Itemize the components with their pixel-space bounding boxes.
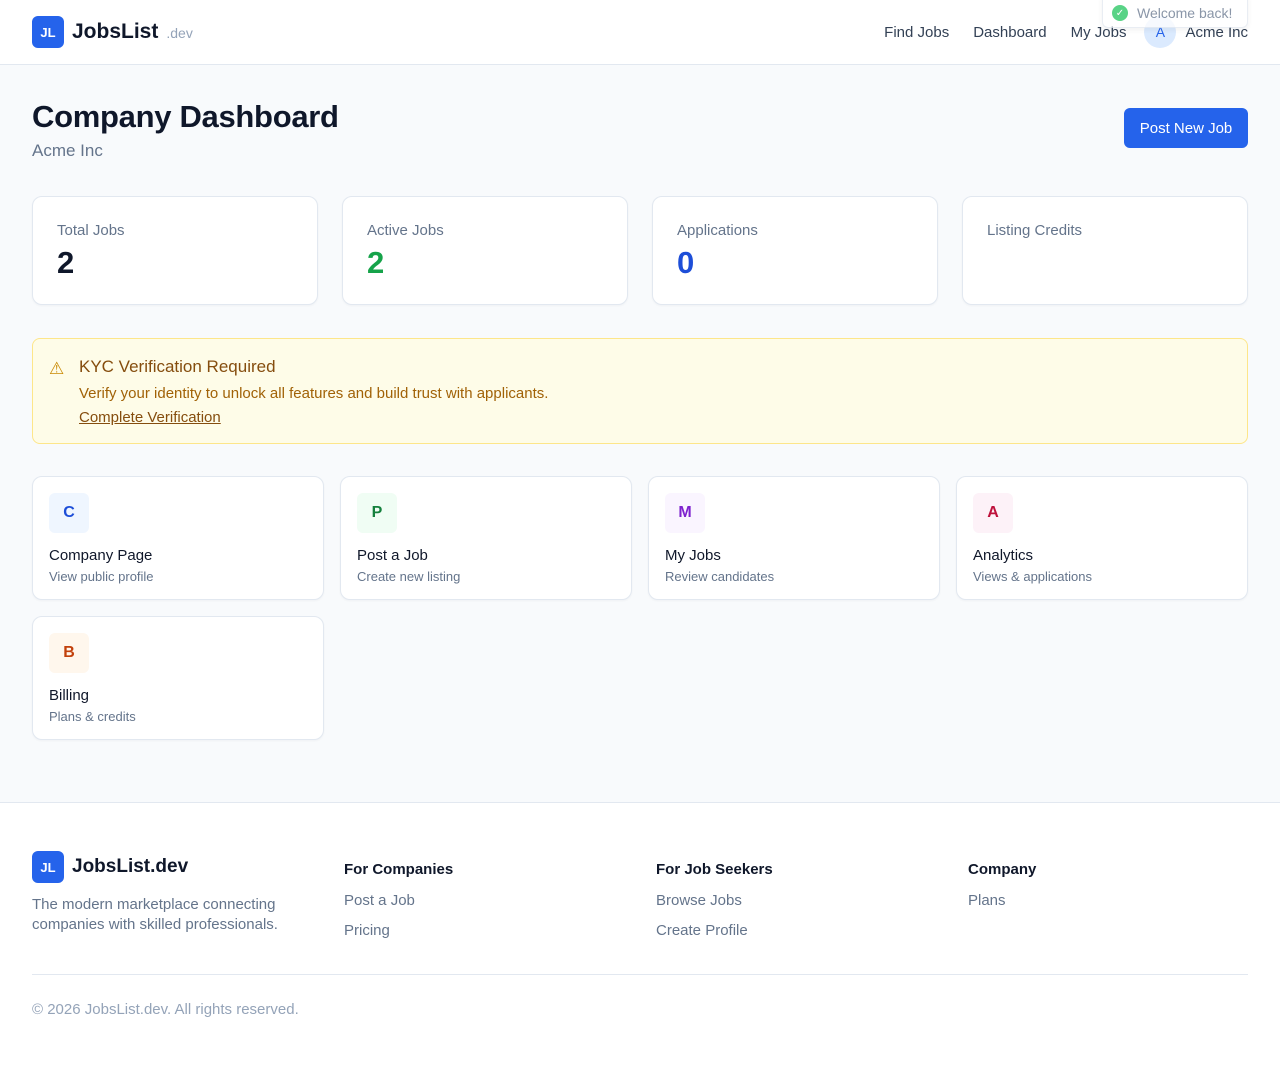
page-subtitle: Acme Inc <box>32 141 103 160</box>
title-row: Company Dashboard Acme Inc Post New Job <box>32 65 1248 161</box>
stat-value: 2 <box>367 245 385 280</box>
footer-col-title: Company <box>968 861 1037 878</box>
logo-icon: JL <box>32 851 64 883</box>
toast-text: Welcome back! <box>1137 5 1233 21</box>
brand[interactable]: JL JobsList .dev <box>32 16 193 48</box>
footer-grid: JL JobsList.dev The modern marketplace c… <box>32 803 1248 975</box>
action-title: Company Page <box>49 547 153 564</box>
top-header: JL JobsList .dev Find Jobs Dashboard My … <box>0 0 1280 65</box>
footer-col-companies: For Companies Post a Job Pricing <box>344 851 656 974</box>
brand-suffix: .dev <box>166 25 193 41</box>
title-block: Company Dashboard Acme Inc <box>32 99 339 161</box>
nav-dashboard[interactable]: Dashboard <box>973 24 1046 41</box>
action-desc: Views & applications <box>973 569 1092 584</box>
quick-actions-grid: C Company Page View public profile P Pos… <box>32 476 1248 740</box>
footer-col-job-seekers: For Job Seekers Browse Jobs Create Profi… <box>656 851 968 974</box>
action-card-analytics[interactable]: A Analytics Views & applications <box>956 476 1248 600</box>
page-title: Company Dashboard <box>32 99 339 134</box>
billing-icon: B <box>49 633 89 673</box>
action-desc: Create new listing <box>357 569 461 584</box>
action-title: Billing <box>49 687 90 704</box>
footer-description: The modern marketplace connecting compan… <box>32 896 278 933</box>
kyc-alert: ⚠ KYC Verification Required Verify your … <box>32 338 1248 444</box>
copyright: © 2026 JobsList.dev. All rights reserved… <box>32 1001 299 1018</box>
stat-card-active-jobs: Active Jobs 2 <box>342 196 628 305</box>
footer-brand-name: JobsList.dev <box>72 856 189 877</box>
footer-col-company: Company Plans <box>968 851 1248 974</box>
nav-find-jobs[interactable]: Find Jobs <box>884 24 949 41</box>
stat-label: Total Jobs <box>57 222 125 239</box>
footer-link-pricing[interactable]: Pricing <box>344 922 656 939</box>
welcome-toast: ✓ Welcome back! <box>1102 0 1248 28</box>
action-title: Post a Job <box>357 547 428 564</box>
stat-label: Applications <box>677 222 758 239</box>
company-page-icon: C <box>49 493 89 533</box>
action-card-billing[interactable]: B Billing Plans & credits <box>32 616 324 740</box>
footer-brand[interactable]: JL JobsList.dev <box>32 851 344 883</box>
footer-link-plans[interactable]: Plans <box>968 892 1248 909</box>
footer-link-browse-jobs[interactable]: Browse Jobs <box>656 892 968 909</box>
logo-icon: JL <box>32 16 64 48</box>
alert-text: Verify your identity to unlock all featu… <box>79 385 549 402</box>
action-title: Analytics <box>973 547 1034 564</box>
action-card-post-a-job[interactable]: P Post a Job Create new listing <box>340 476 632 600</box>
stat-value: 2 <box>57 245 75 280</box>
stat-label: Active Jobs <box>367 222 444 239</box>
check-icon: ✓ <box>1112 5 1128 21</box>
post-job-icon: P <box>357 493 397 533</box>
action-desc: Plans & credits <box>49 709 136 724</box>
stat-card-listing-credits: Listing Credits <box>962 196 1248 305</box>
analytics-icon: A <box>973 493 1013 533</box>
stats-grid: Total Jobs 2 Active Jobs 2 Applications … <box>32 196 1248 305</box>
my-jobs-icon: M <box>665 493 705 533</box>
stat-card-applications: Applications 0 <box>652 196 938 305</box>
action-card-my-jobs[interactable]: M My Jobs Review candidates <box>648 476 940 600</box>
alert-body: KYC Verification Required Verify your id… <box>79 357 549 426</box>
site-footer: JL JobsList.dev The modern marketplace c… <box>0 802 1280 1068</box>
footer-link-create-profile[interactable]: Create Profile <box>656 922 968 939</box>
post-new-job-button[interactable]: Post New Job <box>1124 108 1248 148</box>
stat-card-total-jobs: Total Jobs 2 <box>32 196 318 305</box>
footer-link-post-a-job[interactable]: Post a Job <box>344 892 656 909</box>
brand-name: JobsList <box>72 20 159 43</box>
stat-label: Listing Credits <box>987 222 1083 239</box>
action-desc: Review candidates <box>665 569 775 584</box>
footer-col-title: For Job Seekers <box>656 861 773 878</box>
footer-about: JL JobsList.dev The modern marketplace c… <box>32 851 344 974</box>
warning-icon: ⚠ <box>49 359 65 378</box>
action-title: My Jobs <box>665 547 721 564</box>
stat-value: 0 <box>677 245 695 280</box>
alert-title: KYC Verification Required <box>79 357 276 376</box>
action-desc: View public profile <box>49 569 154 584</box>
action-card-company-page[interactable]: C Company Page View public profile <box>32 476 324 600</box>
footer-col-title: For Companies <box>344 861 454 878</box>
main-content: Company Dashboard Acme Inc Post New Job … <box>0 65 1280 740</box>
complete-verification-link[interactable]: Complete Verification <box>79 409 221 426</box>
